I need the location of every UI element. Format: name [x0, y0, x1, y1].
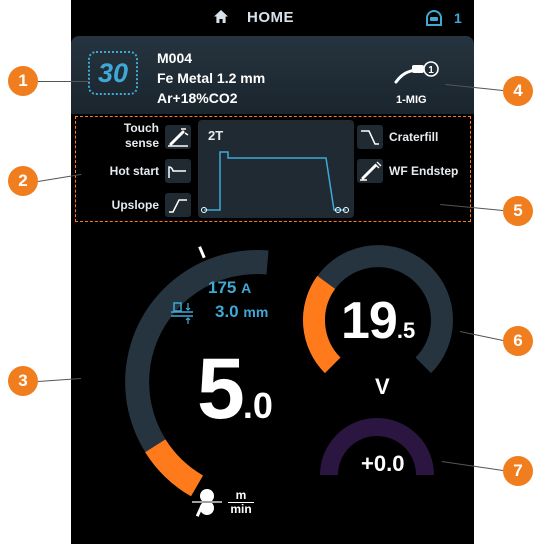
wire-feed-speed[interactable]: 5.0 — [197, 340, 273, 439]
plate-thickness[interactable]: 3.0 mm — [215, 302, 268, 322]
callout-marker-5: 5 — [503, 196, 533, 226]
callout-marker-7: 7 — [503, 456, 533, 486]
welding-current-unit: A — [241, 280, 252, 296]
wire-feed-max-tick — [198, 246, 206, 259]
callout-marker-2: 2 — [8, 166, 38, 196]
welding-current[interactable]: 175 A — [208, 278, 251, 298]
wire-feed-gauge-fill — [145, 439, 204, 497]
welder-display: HOME 1 30 M004 Fe Metal 1.2 mm Ar+18%CO2… — [71, 0, 474, 544]
voltage-gauge-fill — [302, 275, 341, 374]
wire-feed-speed-decimal: .0 — [242, 385, 273, 426]
fine-tune-value[interactable]: +0.0 — [361, 451, 404, 477]
wire-feed-speed-main: 5 — [197, 341, 245, 437]
wire-feed-unit-bottom: min — [228, 502, 254, 516]
callout-marker-4: 4 — [503, 76, 533, 106]
callout-marker-6: 6 — [503, 326, 533, 356]
welding-current-value: 175 — [208, 278, 237, 297]
callout-marker-1: 1 — [8, 66, 38, 96]
gauges-layer — [125, 245, 453, 517]
plate-thickness-icon — [171, 299, 193, 330]
wire-feed-unit: m min — [228, 488, 254, 516]
wire-feed-roller-icon — [192, 488, 222, 521]
arc-voltage-main: 19 — [341, 292, 398, 350]
plate-thickness-value: 3.0 — [215, 302, 239, 321]
plate-thickness-unit: mm — [243, 304, 269, 320]
callout-marker-3: 3 — [8, 366, 38, 396]
arc-voltage-decimal: .5 — [396, 318, 416, 343]
arc-voltage[interactable]: 19.5 — [341, 291, 415, 351]
callout-line-1 — [38, 81, 90, 82]
wire-feed-unit-top: m — [235, 488, 247, 502]
arc-voltage-unit: V — [375, 374, 390, 399]
